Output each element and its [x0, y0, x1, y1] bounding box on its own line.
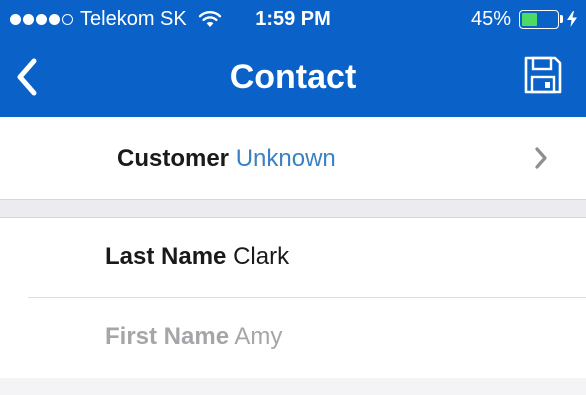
save-button[interactable] [523, 55, 563, 95]
first-name-label: First Name [105, 323, 230, 350]
battery-level-fill [522, 12, 538, 26]
bottom-strip [0, 378, 586, 395]
customer-text: Customer Unknown [117, 145, 336, 173]
chevron-right-icon [535, 147, 547, 169]
first-name-field[interactable]: First Name Amy [0, 298, 586, 378]
customer-row[interactable]: Customer Unknown [0, 118, 586, 199]
first-name-text: First Name Amy [105, 323, 282, 351]
battery-icon [519, 9, 559, 29]
customer-value: Unknown [235, 145, 336, 172]
navigation-bar: Contact [0, 38, 586, 117]
last-name-label: Last Name [105, 243, 227, 270]
last-name-field[interactable]: Last Name Clark [0, 218, 586, 297]
battery-percent: 45% [470, 8, 511, 30]
customer-label: Customer [117, 145, 230, 172]
floppy-disk-icon [524, 56, 562, 94]
battery-nub [560, 15, 563, 23]
section-divider [0, 199, 586, 218]
first-name-value: Amy [234, 323, 283, 350]
status-right: 45% [471, 7, 577, 31]
last-name-text: Last Name Clark [105, 243, 289, 271]
status-bar: Telekom SK 1:59 PM 45% [0, 0, 586, 38]
page-title: Contact [229, 58, 357, 96]
app-header: Telekom SK 1:59 PM 45% Contact [0, 0, 586, 117]
last-name-value: Clark [233, 243, 290, 270]
charging-bolt-icon [567, 11, 577, 27]
